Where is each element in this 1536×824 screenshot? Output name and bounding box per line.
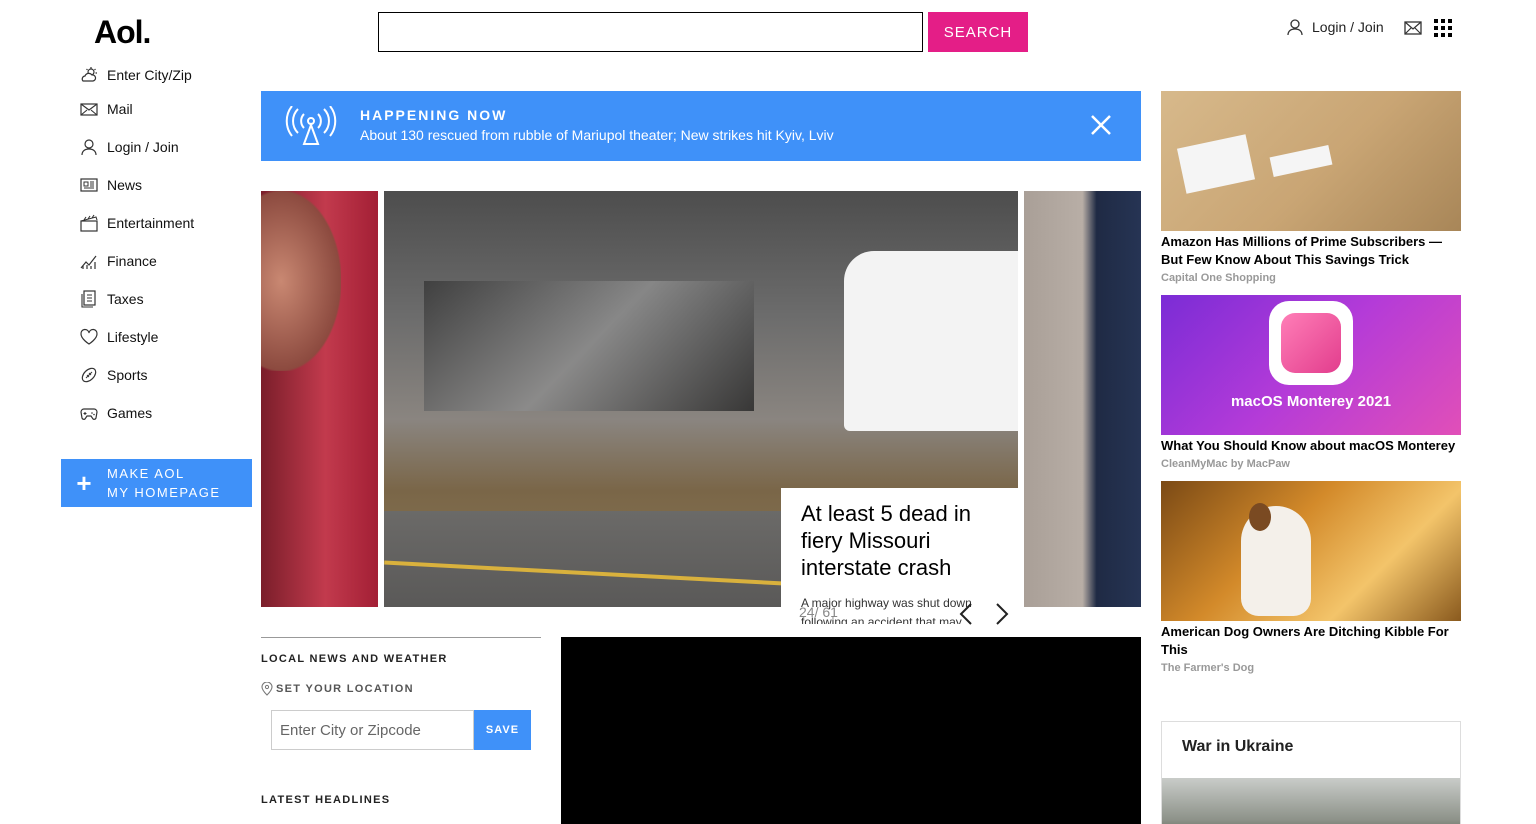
sidebar-item-lifestyle[interactable]: Lifestyle [80,318,260,356]
sidebar-item-label: Mail [107,101,133,117]
sidebar-item-sports[interactable]: Sports [80,356,260,394]
war-in-ukraine-title[interactable]: War in Ukraine [1182,738,1293,756]
chevron-right-icon[interactable] [994,602,1010,626]
sponsored-ad[interactable]: American Dog Owners Are Ditching Kibble … [1161,481,1461,674]
city-zip-input[interactable] [271,710,474,750]
sidebar-item-label: Entertainment [107,215,195,231]
taxes-document-icon [81,290,96,308]
happening-now-banner[interactable]: HAPPENING NOW About 130 rescued from rub… [261,91,1141,161]
user-icon [81,139,97,156]
make-homepage-line1: MAKE AOL [107,466,185,481]
news-icon [80,178,98,192]
cleanmymac-app-icon [1269,301,1353,385]
sidebar-item-weather[interactable]: Enter City/Zip [80,60,260,90]
search-button[interactable]: SEARCH [928,12,1028,52]
carousel-headline[interactable]: At least 5 dead in fiery Missouri inters… [801,500,1011,581]
local-news-divider [261,637,541,638]
weather-icon [81,67,97,82]
sidebar-item-mail[interactable]: Mail [80,90,260,128]
sidebar-nav: Enter City/Zip Mail Login / Join News En… [80,60,260,432]
clapperboard-icon [80,214,98,232]
latest-headlines-heading: LATEST HEADLINES [261,794,391,806]
mail-icon [80,103,98,116]
top-login-label: Login / Join [1312,19,1384,35]
search-input[interactable] [378,12,923,52]
ad-image[interactable] [1161,481,1461,621]
ad-title[interactable]: American Dog Owners Are Ditching Kibble … [1161,623,1461,659]
user-icon [1287,19,1303,36]
ad-source: CleanMyMac by MacPaw [1161,458,1290,470]
apps-grid-icon[interactable] [1434,19,1452,37]
sidebar-item-login[interactable]: Login / Join [80,128,260,166]
close-icon[interactable] [1089,113,1113,137]
make-homepage-line2: MY HOMEPAGE [107,485,221,500]
sidebar-item-label: Games [107,405,153,421]
carousel-slide-previous[interactable] [261,191,378,607]
heart-icon [80,328,98,345]
ad-image-text: macOS Monterey 2021 [1230,393,1392,410]
sponsored-ad[interactable]: Amazon Has Millions of Prime Subscribers… [1161,91,1461,284]
sidebar-item-taxes[interactable]: Taxes [80,280,260,318]
happening-now-text[interactable]: About 130 rescued from rubble of Mariupo… [360,127,834,143]
football-icon [81,367,97,383]
sidebar-item-label: Finance [107,253,157,269]
aol-logo[interactable]: Aol. [94,14,151,51]
carousel-slide-next[interactable] [1024,191,1141,607]
sidebar-item-finance[interactable]: Finance [80,242,260,280]
local-news-heading: LOCAL NEWS AND WEATHER [261,653,448,665]
gamepad-icon [80,408,98,420]
top-login-link[interactable]: Login / Join [1286,18,1384,36]
ad-image[interactable] [1161,91,1461,231]
location-pin-icon [261,682,273,696]
happening-now-title: HAPPENING NOW [360,107,508,123]
sponsored-ad[interactable]: macOS Monterey 2021 What You Should Know… [1161,295,1461,470]
mail-icon[interactable] [1404,20,1422,36]
war-in-ukraine-image[interactable] [1162,778,1460,824]
ad-source: Capital One Shopping [1161,272,1276,284]
ad-source: The Farmer's Dog [1161,662,1255,674]
sidebar-item-label: News [107,177,143,193]
set-location-label: SET YOUR LOCATION [276,683,414,695]
sidebar-item-entertainment[interactable]: Entertainment [80,204,260,242]
chevron-left-icon[interactable] [958,602,974,626]
save-location-button[interactable]: SAVE [474,710,531,750]
plus-icon: + [76,468,92,498]
carousel-counter: 24/ 61 [799,604,838,620]
sidebar-item-label: Lifestyle [107,329,159,345]
set-location-link[interactable]: SET YOUR LOCATION [261,682,414,696]
ad-image[interactable]: macOS Monterey 2021 [1161,295,1461,435]
sidebar-item-games[interactable]: Games [80,394,260,432]
sidebar-item-label: Sports [107,367,148,383]
sidebar-item-label: Enter City/Zip [107,67,192,83]
sidebar-item-label: Taxes [107,291,144,307]
finance-chart-icon [80,255,97,269]
war-in-ukraine-module[interactable]: War in Ukraine [1161,721,1461,824]
sidebar-item-news[interactable]: News [80,166,260,204]
sidebar-item-label: Login / Join [107,139,179,155]
ad-title[interactable]: What You Should Know about macOS Montere… [1161,437,1461,455]
make-homepage-button[interactable]: + MAKE AOL MY HOMEPAGE [61,459,252,507]
ad-title[interactable]: Amazon Has Millions of Prime Subscribers… [1161,233,1461,269]
video-player[interactable] [561,637,1141,824]
broadcast-icon [285,106,337,145]
